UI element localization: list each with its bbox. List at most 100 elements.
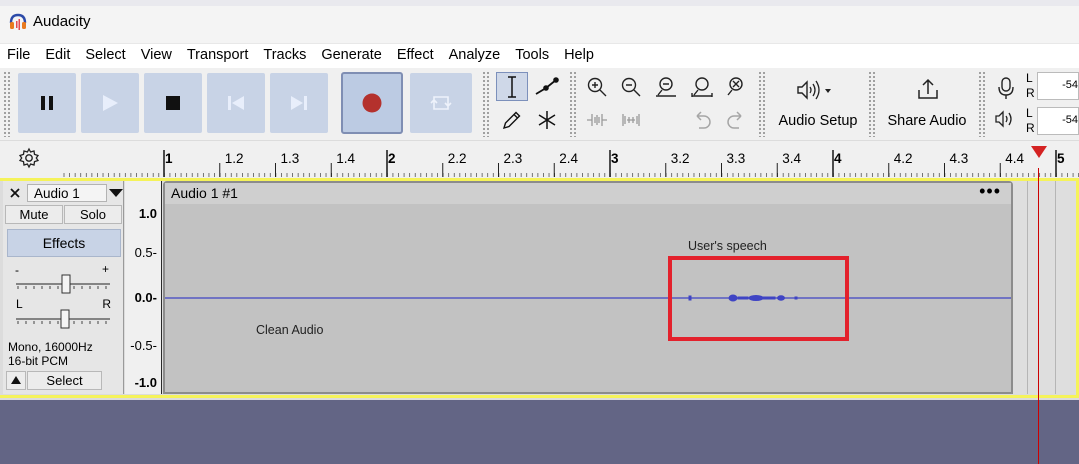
playhead-line: [1038, 168, 1039, 464]
menu-select[interactable]: Select: [78, 44, 133, 68]
audacity-logo-icon: [9, 13, 27, 30]
skip-start-icon: [228, 96, 244, 110]
stop-button[interactable]: [144, 73, 202, 133]
ruler-label: 5: [1057, 151, 1065, 166]
ruler-label: 4.3: [950, 151, 969, 166]
menu-tools[interactable]: Tools: [508, 44, 557, 68]
collapse-track-button[interactable]: [6, 371, 26, 390]
audio-setup-toolbar-grip[interactable]: [758, 71, 766, 137]
edit-toolbar-grip[interactable]: [569, 71, 577, 137]
effects-button[interactable]: Effects: [7, 229, 121, 257]
menu-bar: File Edit Select View Transport Tracks G…: [0, 44, 1079, 68]
asterisk-icon: [538, 110, 556, 129]
fit-selection-button[interactable]: [650, 72, 682, 101]
record-icon: [362, 93, 382, 113]
level-meters: L R -54 L R -54: [1025, 70, 1079, 138]
ruler-label: 1: [165, 151, 173, 166]
multi-tool[interactable]: [531, 105, 563, 134]
record-button[interactable]: [341, 72, 403, 134]
envelope-icon: [535, 76, 559, 95]
clip-menu-dots[interactable]: •••: [979, 181, 1001, 202]
pause-button[interactable]: [18, 73, 76, 133]
waveform[interactable]: [165, 204, 1011, 394]
microphone-icon[interactable]: [996, 76, 1016, 100]
track-bit-depth: 16-bit PCM: [8, 354, 69, 368]
menu-transport[interactable]: Transport: [180, 44, 257, 68]
menu-edit[interactable]: Edit: [38, 44, 78, 68]
meter-toolbar-grip[interactable]: [978, 71, 986, 137]
share-audio-button[interactable]: Share Audio: [881, 71, 973, 135]
speech-highlight-box: [668, 256, 849, 341]
skip-to-end-button[interactable]: [270, 73, 328, 133]
skip-to-start-button[interactable]: [207, 73, 265, 133]
share-audio-toolbar-grip[interactable]: [868, 71, 876, 137]
menu-help[interactable]: Help: [557, 44, 602, 68]
record-meter[interactable]: L R -54: [1025, 71, 1079, 101]
gain-slider[interactable]: - +: [13, 262, 113, 294]
pencil-icon: [502, 111, 521, 129]
track-format-info: Mono, 16000Hz 16-bit PCM: [8, 340, 93, 368]
menu-analyze[interactable]: Analyze: [442, 44, 509, 68]
pan-slider[interactable]: L R: [13, 297, 113, 329]
silence-icon: [622, 113, 640, 126]
playhead-marker-icon[interactable]: [1030, 145, 1048, 159]
ruler-label: 4: [834, 151, 842, 166]
timeline-ruler[interactable]: 1 1.2 1.3 1.4 2 2.2 2.3 2.4 3 3.2 3.3 3.4 4 4.2 4.3 4.4…: [0, 140, 1079, 178]
zoom-out-button[interactable]: [615, 72, 647, 101]
track-menu-chevron-down-icon[interactable]: [109, 189, 123, 198]
envelope-tool[interactable]: [531, 72, 563, 101]
empty-project-area[interactable]: [0, 400, 1079, 464]
play-button[interactable]: [81, 73, 139, 133]
pan-slider-track: [16, 309, 110, 329]
ruler-label: 3.4: [782, 151, 801, 166]
ruler-label: 2.4: [559, 151, 578, 166]
transport-toolbar-grip[interactable]: [3, 71, 11, 137]
skip-end-icon: [291, 96, 307, 110]
window-top-strip: [0, 0, 1079, 6]
draw-tool[interactable]: [496, 105, 528, 134]
solo-button[interactable]: Solo: [64, 205, 122, 224]
playback-meter[interactable]: L R -54: [1025, 106, 1079, 136]
upload-icon: [918, 78, 938, 99]
ruler-label: 3.3: [727, 151, 746, 166]
clean-audio-annotation: Clean Audio: [256, 323, 324, 337]
trim-audio-button[interactable]: [581, 105, 613, 134]
fit-project-button[interactable]: [686, 72, 718, 101]
menu-generate[interactable]: Generate: [314, 44, 389, 68]
ruler-label: 4.4: [1005, 151, 1024, 166]
zoom-in-icon: [587, 77, 607, 96]
empty-track-area[interactable]: [1013, 181, 1076, 394]
menu-view[interactable]: View: [134, 44, 180, 68]
users-speech-annotation: User's speech: [688, 239, 767, 253]
track-control-panel: Audio 1 Mute Solo Effects - + L R Mono, …: [3, 181, 124, 394]
silence-audio-button[interactable]: [615, 105, 647, 134]
zoom-toggle-button[interactable]: [720, 72, 752, 101]
audio-setup-button[interactable]: Audio Setup: [772, 71, 864, 135]
grid-line: [1027, 181, 1028, 394]
grid-line: [1055, 181, 1056, 394]
select-track-button[interactable]: Select: [27, 371, 102, 390]
close-track-icon[interactable]: [8, 185, 22, 200]
amp-label-0: 0.0-: [134, 290, 157, 305]
mute-button[interactable]: Mute: [5, 205, 63, 224]
selection-tool[interactable]: [496, 72, 528, 101]
zoom-out-icon: [621, 77, 641, 96]
menu-effect[interactable]: Effect: [390, 44, 442, 68]
undo-button[interactable]: [686, 105, 718, 134]
ruler-ticks: 1 1.2 1.3 1.4 2 2.2 2.3 2.4 3 3.2 3.3 3.4 4 4.2 4.3 4.4…: [63, 150, 1079, 177]
loop-button[interactable]: [410, 73, 472, 133]
menu-tracks[interactable]: Tracks: [256, 44, 314, 68]
stop-icon: [166, 96, 180, 110]
menu-file[interactable]: File: [0, 44, 38, 68]
amplitude-ruler: 1.0 0.5- 0.0- -0.5- -1.0: [125, 181, 162, 394]
clip-title[interactable]: Audio 1 #1 •••: [165, 181, 1011, 204]
tools-toolbar-grip[interactable]: [482, 71, 490, 137]
track-name-button[interactable]: Audio 1: [27, 184, 107, 202]
undo-icon: [696, 110, 711, 129]
record-meter-l: L: [1026, 71, 1033, 85]
play-icon: [103, 95, 118, 111]
redo-button[interactable]: [720, 105, 752, 134]
audio-clip[interactable]: Audio 1 #1 •••: [163, 181, 1013, 394]
zoom-in-button[interactable]: [581, 72, 613, 101]
playback-speaker-icon[interactable]: [994, 110, 1020, 128]
